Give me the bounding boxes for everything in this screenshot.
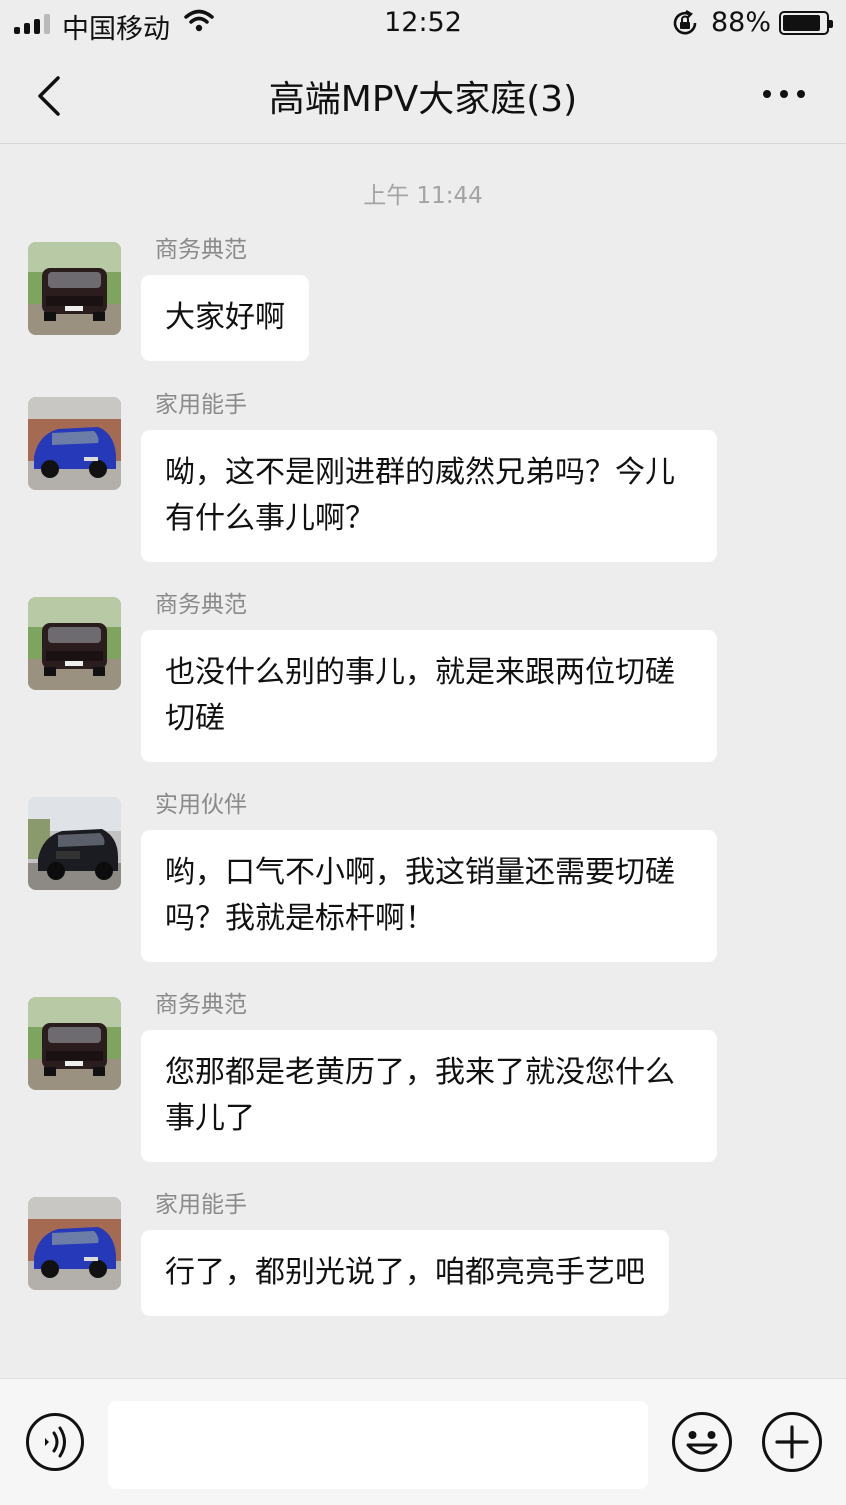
voice-icon[interactable] [25, 1412, 85, 1472]
message-bubble[interactable]: 行了，都别光说了，咱都亮亮手艺吧 [141, 1230, 669, 1316]
nav-bar: 高端MPV大家庭(3) [0, 50, 846, 144]
car-avatar-blue[interactable] [28, 1197, 121, 1290]
sender-name: 家用能手 [155, 392, 247, 418]
sender-name: 家用能手 [155, 1192, 247, 1218]
message-input[interactable] [108, 1401, 648, 1489]
car-avatar-blue[interactable] [28, 397, 121, 490]
car-avatar-dark[interactable] [28, 242, 121, 335]
plus-icon[interactable] [761, 1411, 823, 1473]
time-divider: 上午 11:44 [363, 183, 483, 209]
car-avatar-black[interactable] [28, 797, 121, 890]
status-bar: 中国移动 12:52 88% [0, 0, 846, 50]
ellipsis-icon[interactable] [760, 82, 808, 106]
message-bubble[interactable]: 也没什么别的事儿，就是来跟两位切磋切磋 [141, 630, 717, 762]
battery-icon [779, 11, 833, 35]
message-bubble[interactable]: 您那都是老黄历了，我来了就没您什么事儿了 [141, 1030, 717, 1162]
input-bar [0, 1378, 846, 1505]
rotation-lock-icon [671, 9, 699, 44]
message-bubble[interactable]: 大家好啊 [141, 275, 309, 361]
emoji-icon[interactable] [671, 1411, 733, 1473]
message-bubble[interactable]: 呦，这不是刚进群的威然兄弟吗？今儿有什么事儿啊？ [141, 430, 717, 562]
sender-name: 商务典范 [155, 237, 247, 263]
car-avatar-dark[interactable] [28, 997, 121, 1090]
car-avatar-dark[interactable] [28, 597, 121, 690]
message-bubble[interactable]: 哟，口气不小啊，我这销量还需要切磋吗？我就是标杆啊！ [141, 830, 717, 962]
sender-name: 商务典范 [155, 592, 247, 618]
chat-area[interactable]: 上午 11:44 商务典范 大家好啊 家用能手 呦，这不是刚进群的威然兄弟吗？今… [0, 145, 846, 1378]
sender-name: 商务典范 [155, 992, 247, 1018]
sender-name: 实用伙伴 [155, 792, 247, 818]
chat-title: 高端MPV大家庭(3) [268, 79, 578, 120]
battery-percent: 88% [711, 7, 772, 38]
